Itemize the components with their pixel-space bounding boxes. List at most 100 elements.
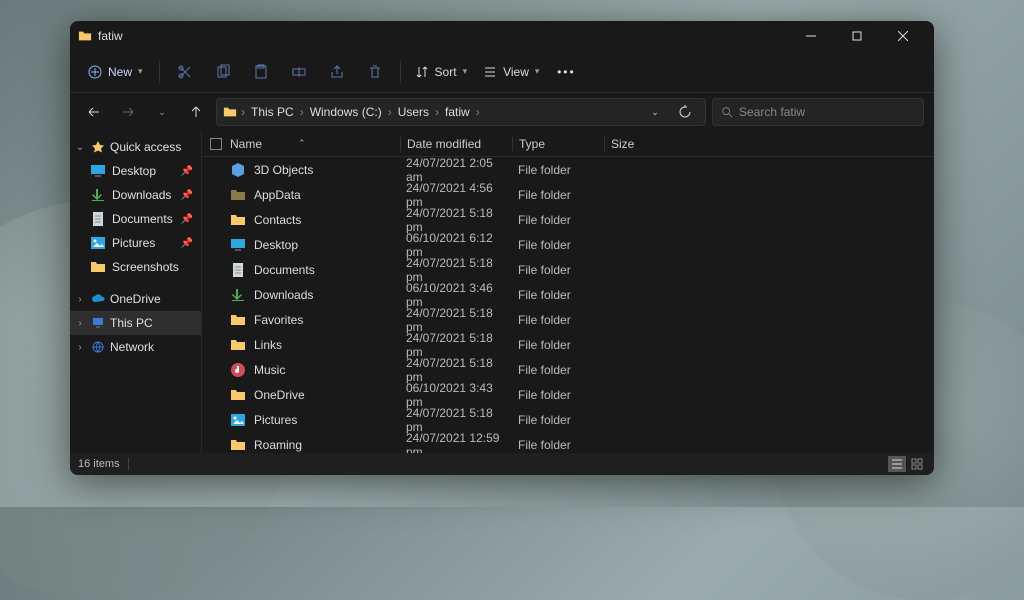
minimize-button[interactable] bbox=[788, 21, 834, 51]
cut-button[interactable] bbox=[168, 57, 202, 87]
new-button[interactable]: New ▾ bbox=[80, 61, 151, 83]
nav-item[interactable]: Documents📌 bbox=[70, 207, 201, 231]
breadcrumb[interactable]: This PC bbox=[249, 105, 296, 119]
file-row[interactable]: Desktop06/10/2021 6:12 pmFile folder bbox=[202, 232, 934, 257]
chevron-down-icon: ▾ bbox=[463, 66, 468, 77]
picture-icon bbox=[90, 235, 106, 251]
file-type: File folder bbox=[512, 313, 604, 327]
copy-button[interactable] bbox=[206, 57, 240, 87]
chevron-down-icon: ▾ bbox=[138, 66, 143, 77]
column-type[interactable]: Type bbox=[512, 137, 604, 151]
file-date: 24/07/2021 5:18 pm bbox=[400, 406, 512, 434]
forward-button[interactable] bbox=[114, 98, 142, 126]
file-date: 06/10/2021 3:43 pm bbox=[400, 381, 512, 409]
file-type: File folder bbox=[512, 238, 604, 252]
rename-icon bbox=[291, 64, 307, 80]
file-date: 06/10/2021 6:12 pm bbox=[400, 231, 512, 259]
chevron-down-icon: ⌄ bbox=[651, 107, 659, 118]
refresh-button[interactable] bbox=[671, 98, 699, 126]
column-size[interactable]: Size bbox=[604, 137, 664, 151]
nav-item-label: Downloads bbox=[112, 188, 171, 202]
file-row[interactable]: Documents24/07/2021 5:18 pmFile folder bbox=[202, 257, 934, 282]
file-type: File folder bbox=[512, 338, 604, 352]
sort-indicator-icon: ⌃ bbox=[298, 138, 306, 149]
share-button[interactable] bbox=[320, 57, 354, 87]
delete-button[interactable] bbox=[358, 57, 392, 87]
toolbar: New ▾ Sort ▾ View ▾ ••• bbox=[70, 51, 934, 93]
plus-circle-icon bbox=[88, 65, 102, 79]
file-row[interactable]: OneDrive06/10/2021 3:43 pmFile folder bbox=[202, 382, 934, 407]
network-icon bbox=[90, 339, 106, 355]
view-icon bbox=[483, 65, 497, 79]
file-row[interactable]: Pictures24/07/2021 5:18 pmFile folder bbox=[202, 407, 934, 432]
file-row[interactable]: Music24/07/2021 5:18 pmFile folder bbox=[202, 357, 934, 382]
details-view-toggle[interactable] bbox=[888, 456, 906, 472]
breadcrumb[interactable]: Users bbox=[396, 105, 431, 119]
desktop-icon bbox=[90, 163, 106, 179]
share-icon bbox=[329, 64, 345, 80]
back-button[interactable] bbox=[80, 98, 108, 126]
column-date[interactable]: Date modified bbox=[400, 137, 512, 151]
chevron-right-icon: › bbox=[74, 318, 86, 329]
file-row[interactable]: 3D Objects24/07/2021 2:05 amFile folder bbox=[202, 157, 934, 182]
folder-icon bbox=[223, 105, 237, 119]
nav-quick-access[interactable]: ⌄ Quick access bbox=[70, 135, 201, 159]
breadcrumb[interactable]: Windows (C:) bbox=[308, 105, 384, 119]
nav-item[interactable]: Screenshots bbox=[70, 255, 201, 279]
desktop-icon bbox=[230, 237, 246, 253]
nav-item[interactable]: Pictures📌 bbox=[70, 231, 201, 255]
refresh-icon bbox=[678, 105, 692, 119]
file-name: Pictures bbox=[254, 413, 297, 427]
folder-icon bbox=[78, 29, 92, 43]
column-name[interactable]: Name ⌃ bbox=[210, 137, 400, 151]
file-row[interactable]: Links24/07/2021 5:18 pmFile folder bbox=[202, 332, 934, 357]
file-name: Favorites bbox=[254, 313, 303, 327]
cube-icon bbox=[230, 162, 246, 178]
file-row[interactable]: Contacts24/07/2021 5:18 pmFile folder bbox=[202, 207, 934, 232]
recent-button[interactable]: ⌄ bbox=[148, 98, 176, 126]
rename-button[interactable] bbox=[282, 57, 316, 87]
view-button[interactable]: View ▾ bbox=[477, 61, 545, 83]
pin-icon: 📌 bbox=[181, 166, 193, 177]
sort-button[interactable]: Sort ▾ bbox=[409, 61, 474, 83]
nav-this-pc[interactable]: › This PC bbox=[70, 311, 201, 335]
nav-network[interactable]: › Network bbox=[70, 335, 201, 359]
item-count: 16 items bbox=[78, 458, 120, 470]
arrow-right-icon bbox=[121, 105, 135, 119]
more-button[interactable]: ••• bbox=[549, 57, 583, 87]
breadcrumb[interactable]: fatiw bbox=[443, 105, 472, 119]
file-name: AppData bbox=[254, 188, 301, 202]
search-input[interactable]: Search fatiw bbox=[712, 98, 924, 126]
file-name: Links bbox=[254, 338, 282, 352]
select-all-checkbox[interactable] bbox=[210, 138, 222, 150]
file-row[interactable]: Downloads06/10/2021 3:46 pmFile folder bbox=[202, 282, 934, 307]
trash-icon bbox=[367, 64, 383, 80]
up-button[interactable] bbox=[182, 98, 210, 126]
maximize-button[interactable] bbox=[834, 21, 880, 51]
titlebar[interactable]: fatiw bbox=[70, 21, 934, 51]
arrow-up-icon bbox=[189, 105, 203, 119]
address-bar[interactable]: › This PC › Windows (C:) › Users › fatiw… bbox=[216, 98, 706, 126]
address-dropdown[interactable]: ⌄ bbox=[641, 98, 669, 126]
file-type: File folder bbox=[512, 438, 604, 452]
paste-button[interactable] bbox=[244, 57, 278, 87]
file-date: 24/07/2021 5:18 pm bbox=[400, 356, 512, 384]
file-row[interactable]: AppData24/07/2021 4:56 pmFile folder bbox=[202, 182, 934, 207]
file-row[interactable]: Favorites24/07/2021 5:18 pmFile folder bbox=[202, 307, 934, 332]
status-bar: 16 items bbox=[70, 453, 934, 475]
nav-item[interactable]: Downloads📌 bbox=[70, 183, 201, 207]
file-name: OneDrive bbox=[254, 388, 305, 402]
music-icon bbox=[230, 362, 246, 378]
nav-item[interactable]: Desktop📌 bbox=[70, 159, 201, 183]
nav-onedrive[interactable]: › OneDrive bbox=[70, 287, 201, 311]
nav-item-label: Documents bbox=[112, 212, 173, 226]
thumbnails-view-toggle[interactable] bbox=[908, 456, 926, 472]
close-button[interactable] bbox=[880, 21, 926, 51]
paste-icon bbox=[253, 64, 269, 80]
file-date: 24/07/2021 5:18 pm bbox=[400, 206, 512, 234]
file-type: File folder bbox=[512, 263, 604, 277]
sort-icon bbox=[415, 65, 429, 79]
file-row[interactable]: Roaming24/07/2021 12:59 pmFile folder bbox=[202, 432, 934, 453]
pc-icon bbox=[90, 315, 106, 331]
folder-icon bbox=[90, 259, 106, 275]
